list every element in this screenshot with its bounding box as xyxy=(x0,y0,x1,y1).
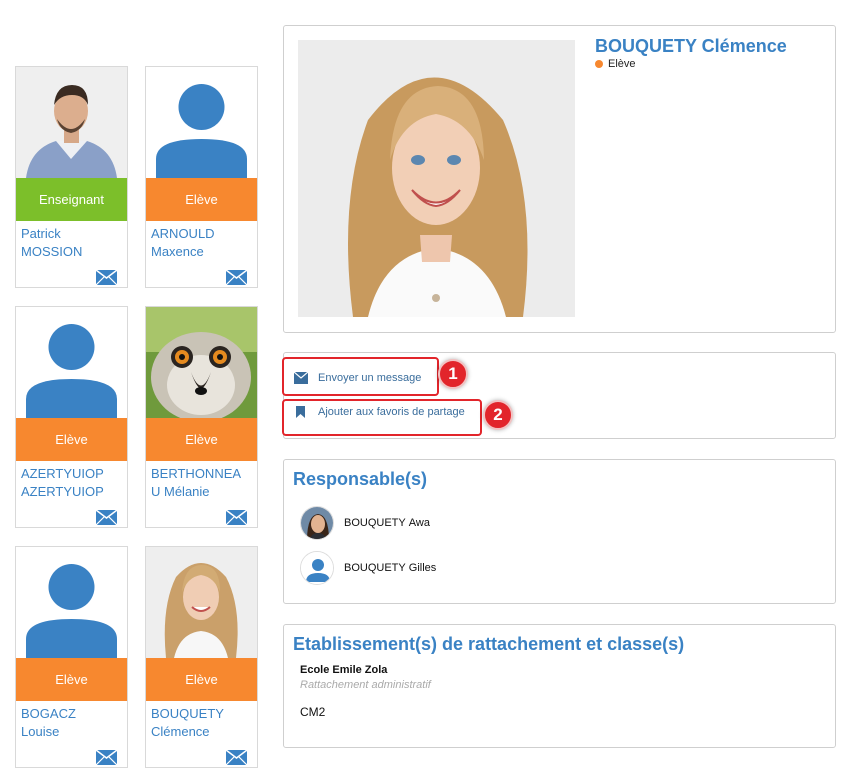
school-name: Ecole Emile Zola xyxy=(300,664,388,676)
annotation-badge-2: 2 xyxy=(483,400,513,430)
person-card-student[interactable]: Elève ARNOULD Maxence xyxy=(145,66,258,288)
default-avatar-icon xyxy=(146,67,257,178)
default-avatar-icon xyxy=(300,551,334,585)
envelope-icon[interactable] xyxy=(96,750,117,765)
person-name[interactable]: ARNOULD Maxence xyxy=(151,225,256,261)
envelope-icon[interactable] xyxy=(226,270,247,285)
send-message-label: Envoyer un message xyxy=(318,372,422,384)
role-label: Elève xyxy=(146,418,257,461)
person-name-line1: BOGACZ xyxy=(21,706,76,721)
responsable-name-first: Awa xyxy=(408,517,430,529)
person-card-student[interactable]: Elève BOGACZ Louise xyxy=(15,546,128,768)
person-name[interactable]: BOGACZ Louise xyxy=(21,705,126,741)
person-name-line2: MOSSION xyxy=(21,244,83,259)
person-card-student[interactable]: Elève BERTHONNEA U Mélanie xyxy=(145,306,258,528)
teacher-photo xyxy=(16,67,127,178)
person-name-line2: AZERTYUIOP xyxy=(21,484,104,499)
add-favorite-label: Ajouter aux favoris de partage xyxy=(318,406,465,418)
envelope-icon[interactable] xyxy=(96,270,117,285)
person-card-teacher[interactable]: Enseignant Patrick MOSSION xyxy=(15,66,128,288)
person-name[interactable]: Patrick MOSSION xyxy=(21,225,126,261)
profile-role: Elève xyxy=(595,58,636,70)
default-avatar-icon xyxy=(16,547,127,658)
envelope-icon xyxy=(294,372,308,384)
send-message-button[interactable]: Envoyer un message xyxy=(294,372,421,384)
bookmark-icon xyxy=(296,406,305,418)
envelope-icon[interactable] xyxy=(226,510,247,525)
role-label: Enseignant xyxy=(16,178,127,221)
role-label: Elève xyxy=(16,418,127,461)
class-name: CM2 xyxy=(300,705,326,719)
add-favorite-button[interactable]: Ajouter aux favoris de partage xyxy=(294,406,465,418)
role-label: Elève xyxy=(146,658,257,701)
person-card-student[interactable]: Elève AZERTYUIOP AZERTYUIOP xyxy=(15,306,128,528)
responsable-name-upper: BOUQUETY xyxy=(344,562,406,574)
person-name-line1: Patrick xyxy=(21,226,61,241)
person-name-line1: BOUQUETY xyxy=(151,706,224,721)
responsables-title: Responsable(s) xyxy=(293,469,428,489)
profile-name: BOUQUETY Clémence xyxy=(595,36,787,56)
role-label: Elève xyxy=(146,178,257,221)
role-status-dot xyxy=(595,60,603,68)
responsable-item[interactable]: BOUQUETY Gilles xyxy=(300,551,436,585)
person-name-line2: U Mélanie xyxy=(151,484,210,499)
profile-photo xyxy=(298,40,575,317)
student-photo xyxy=(146,547,257,658)
default-avatar-icon xyxy=(16,307,127,418)
person-name[interactable]: BOUQUETY Clémence xyxy=(151,705,256,741)
person-name[interactable]: AZERTYUIOP AZERTYUIOP xyxy=(21,465,126,501)
profile-role-text: Elève xyxy=(608,58,636,70)
lemur-photo xyxy=(146,307,257,418)
envelope-icon[interactable] xyxy=(226,750,247,765)
person-name[interactable]: BERTHONNEA U Mélanie xyxy=(151,465,256,501)
person-name-line1: AZERTYUIOP xyxy=(21,466,104,481)
school-attachment-type: Rattachement administratif xyxy=(300,679,431,691)
person-name-line1: ARNOULD xyxy=(151,226,215,241)
role-label: Elève xyxy=(16,658,127,701)
envelope-icon[interactable] xyxy=(96,510,117,525)
responsable-name-first: Gilles xyxy=(408,562,437,574)
person-name-line2: Louise xyxy=(21,724,60,739)
person-name-line2: Clémence xyxy=(151,724,210,739)
person-name-line2: Maxence xyxy=(151,244,204,259)
etablissement-title: Etablissement(s) de rattachement et clas… xyxy=(293,634,685,654)
annotation-badge-1: 1 xyxy=(438,359,468,389)
responsable-item[interactable]: BOUQUETY Awa xyxy=(300,506,430,540)
person-card-student[interactable]: Elève BOUQUETY Clémence xyxy=(145,546,258,768)
avatar xyxy=(300,506,334,540)
responsable-name-upper: BOUQUETY xyxy=(344,517,406,529)
person-name-line1: BERTHONNEA xyxy=(151,466,242,481)
